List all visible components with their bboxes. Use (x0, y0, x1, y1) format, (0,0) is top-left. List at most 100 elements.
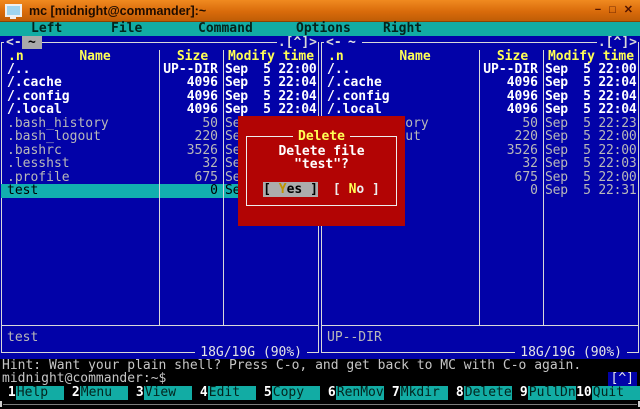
file-name: .bashrc (1, 144, 159, 157)
menu-item-right[interactable]: Right (383, 22, 422, 36)
file-mtime: Sep 5 22:23 (542, 117, 637, 130)
maximize-button[interactable]: □ (609, 5, 616, 16)
file-size: 4096 (159, 90, 222, 103)
file-mtime: Sep 5 22:03 (542, 157, 637, 170)
menu-item-file[interactable]: File (111, 22, 142, 36)
file-row-local[interactable]: /.local4096Sep 5 22:04 (1, 103, 319, 116)
file-size: 675 (159, 171, 222, 184)
file-size: 3526 (479, 144, 542, 157)
fkey-view[interactable]: 3View (128, 386, 192, 400)
file-row-[interactable]: /..UP--DIRSep 5 22:00 (1, 63, 319, 76)
file-mtime: Sep 5 22:04 (222, 76, 317, 89)
file-size: 4096 (479, 76, 542, 89)
yes-button-bracket: [ (263, 182, 279, 197)
fkey-renmov[interactable]: 6RenMov (320, 386, 384, 400)
fkey-mkdir[interactable]: 7Mkdir (384, 386, 448, 400)
file-size: 50 (479, 117, 542, 130)
current-path[interactable]: ~ (22, 36, 42, 49)
file-mtime: Sep 5 22:04 (222, 103, 317, 116)
file-row-cache[interactable]: /.cache4096Sep 5 22:04 (321, 76, 639, 89)
shell-prompt[interactable]: midnight@commander:~$ (2, 372, 166, 386)
column-header-name[interactable]: Name (31, 50, 159, 63)
fkey-number: 4 (192, 386, 208, 400)
scroll-marker-icon[interactable]: [^] (608, 372, 637, 386)
fkey-label: Delete (464, 386, 512, 400)
file-mtime: Sep 5 22:31 (542, 184, 637, 197)
sort-indicator[interactable]: .n (328, 50, 344, 63)
menu-item-command[interactable]: Command (198, 22, 253, 36)
history-arrow-icon[interactable]: <- (324, 36, 344, 49)
fkey-label: Copy (272, 386, 320, 400)
column-separator (223, 50, 224, 325)
history-arrow-icon[interactable]: <- (4, 36, 24, 49)
mc-terminal-window: { "window": { "title": "mc [midnight@com… (0, 0, 640, 409)
column-header-name[interactable]: Name (351, 50, 479, 63)
menu-bar: Left File Command Options Right (0, 22, 640, 36)
file-size: 220 (479, 130, 542, 143)
file-size: 0 (479, 184, 542, 197)
bottom-left-corner (0, 401, 2, 407)
file-row-[interactable]: /..UP--DIRSep 5 22:00 (321, 63, 639, 76)
column-separator (479, 50, 480, 325)
yes-button-rest: es ] (287, 182, 318, 197)
yes-button-hotkey: Y (279, 182, 287, 197)
fkey-number: 1 (0, 386, 16, 400)
fkey-help[interactable]: 1Help (0, 386, 64, 400)
fkey-quit[interactable]: 10Quit (576, 386, 640, 400)
file-mtime: Sep 5 22:00 (542, 171, 637, 184)
panel-top-border: <- ~ .[^]> (320, 36, 640, 49)
minimize-button[interactable]: − (595, 5, 601, 16)
terminal-bottom-edge (0, 400, 640, 409)
yes-button[interactable]: [ Yes ] (263, 182, 318, 197)
file-size: 50 (159, 117, 222, 130)
sort-indicator[interactable]: .n (8, 50, 24, 63)
parent-dir-marker-icon[interactable]: .[^]> (277, 36, 318, 49)
file-row-local[interactable]: /.local4096Sep 5 22:04 (321, 103, 639, 116)
fkey-label: Mkdir (400, 386, 448, 400)
fkey-edit[interactable]: 4Edit (192, 386, 256, 400)
file-name: /.cache (1, 76, 159, 89)
fkey-pulldn[interactable]: 9PullDn (512, 386, 576, 400)
fkey-number: 8 (448, 386, 464, 400)
window-controls: − □ ✕ (595, 5, 633, 16)
menu-item-left[interactable]: Left (31, 22, 62, 36)
parent-dir-marker-icon[interactable]: .[^]> (597, 36, 638, 49)
fkey-label: View (144, 386, 192, 400)
fkey-number: 2 (64, 386, 80, 400)
fkey-menu[interactable]: 2Menu (64, 386, 128, 400)
file-name: /.config (1, 90, 159, 103)
fkey-number: 3 (128, 386, 144, 400)
file-name: /.. (321, 63, 479, 76)
file-row-config[interactable]: /.config4096Sep 5 22:04 (1, 90, 319, 103)
file-mtime: Sep 5 22:00 (542, 144, 637, 157)
fkey-number: 5 (256, 386, 272, 400)
fkey-copy[interactable]: 5Copy (256, 386, 320, 400)
file-name: /.config (321, 90, 479, 103)
delete-dialog: Delete Delete file "test"? [ Yes ] [ No … (238, 116, 405, 226)
no-button-bracket: [ (333, 182, 349, 197)
menu-item-options[interactable]: Options (296, 22, 351, 36)
file-name: /.cache (321, 76, 479, 89)
no-button[interactable]: [ No ] (333, 182, 380, 197)
file-name: .lesshst (1, 157, 159, 170)
panel-top-border: <- ~ .[^]> (0, 36, 320, 49)
mini-status-separator (322, 325, 638, 326)
dialog-title: Delete (238, 130, 405, 143)
fkey-delete[interactable]: 8Delete (448, 386, 512, 400)
fkey-label: Quit (592, 386, 640, 400)
fkey-number: 10 (576, 386, 592, 400)
file-size: 32 (159, 157, 222, 170)
column-separator (159, 50, 160, 325)
window-title: mc [midnight@commander]:~ (29, 4, 206, 18)
current-path[interactable]: ~ (342, 36, 362, 49)
file-row-cache[interactable]: /.cache4096Sep 5 22:04 (1, 76, 319, 89)
file-name: /.. (1, 63, 159, 76)
file-mtime: Sep 5 22:04 (222, 90, 317, 103)
file-mtime: Sep 5 22:04 (542, 103, 637, 116)
column-separator (543, 50, 544, 325)
file-size: UP--DIR (479, 63, 542, 76)
file-mtime: Sep 5 22:00 (542, 63, 637, 76)
close-button[interactable]: ✕ (624, 5, 633, 16)
file-row-config[interactable]: /.config4096Sep 5 22:04 (321, 90, 639, 103)
file-mtime: Sep 5 22:00 (222, 63, 317, 76)
